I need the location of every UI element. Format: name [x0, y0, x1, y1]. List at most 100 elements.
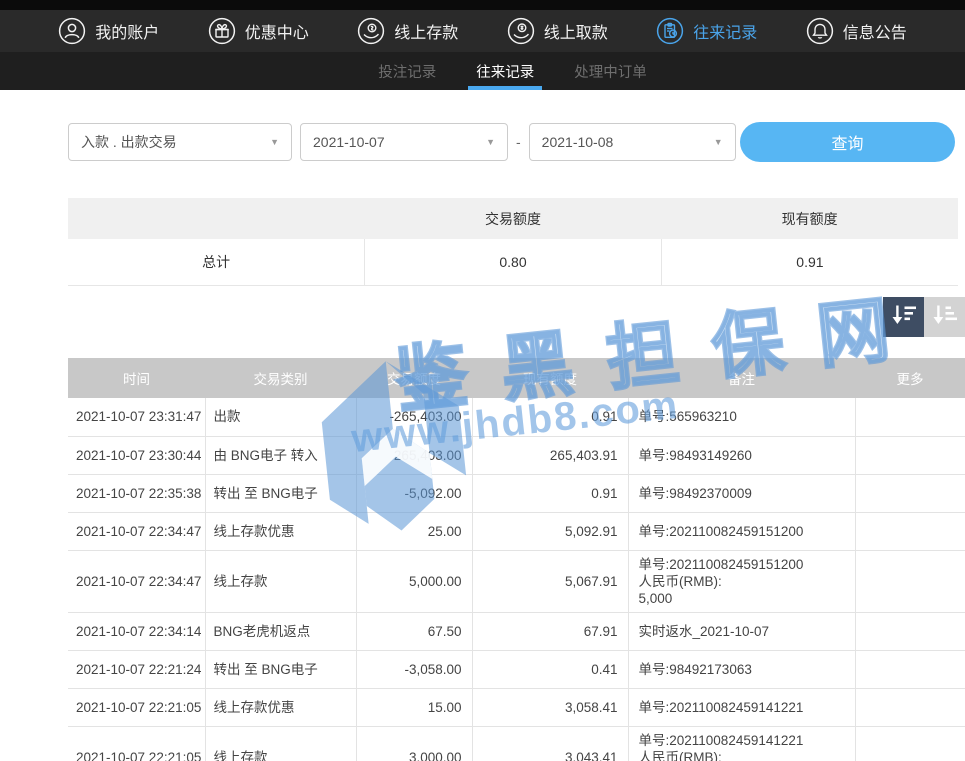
nav-item-announcements[interactable]: 信息公告 [806, 17, 907, 45]
nav-label: 优惠中心 [245, 19, 309, 43]
chevron-down-icon: ▼ [714, 137, 723, 147]
cell-balance: 0.41 [472, 650, 628, 688]
cell-remark: 实时返水_2021-10-07 [628, 612, 855, 650]
summary-total-label: 总计 [68, 239, 365, 286]
nav-item-my-account[interactable]: 我的账户 [58, 17, 159, 45]
nav-item-records[interactable]: 往来记录 [656, 17, 757, 45]
cell-amount: 265,403.00 [356, 436, 472, 474]
sort-controls [883, 297, 965, 337]
cell-more [855, 512, 965, 550]
transaction-type-value: 入款 . 出款交易 [81, 132, 177, 152]
date-from-select[interactable]: 2021-10-07 ▼ [300, 123, 508, 161]
nav-label: 我的账户 [95, 19, 159, 43]
nav-label: 线上存款 [394, 19, 458, 43]
tab-transaction-records[interactable]: 往来记录 [476, 52, 534, 90]
cell-remark: 单号:565963210 [628, 398, 855, 436]
chevron-down-icon: ▼ [270, 137, 279, 147]
bell-icon [806, 17, 834, 45]
nav-label: 往来记录 [693, 19, 757, 43]
withdraw-icon [507, 17, 535, 45]
top-strip [0, 0, 965, 10]
table-row: 2021-10-07 22:35:38 转出 至 BNG电子 -5,092.00… [68, 474, 965, 512]
cell-amount: 15.00 [356, 688, 472, 726]
sort-ascending-button[interactable] [924, 297, 965, 337]
cell-amount: -3,058.00 [356, 650, 472, 688]
cell-remark: 单号:202110082459151200人民币(RMB):5,000 [628, 550, 855, 612]
filter-bar: 入款 . 出款交易 ▼ 2021-10-07 ▼ - 2021-10-08 ▼ … [68, 122, 955, 162]
person-icon [58, 17, 86, 45]
col-header-type: 交易类别 [205, 358, 356, 398]
cell-time: 2021-10-07 22:21:05 [68, 726, 205, 761]
cell-more [855, 726, 965, 761]
transaction-records-page: 我的账户 优惠中心 [0, 0, 965, 761]
sort-descending-button[interactable] [883, 297, 924, 337]
transaction-type-select[interactable]: 入款 . 出款交易 ▼ [68, 123, 292, 161]
cell-type: 线上存款 [205, 550, 356, 612]
cell-balance: 0.91 [472, 474, 628, 512]
col-header-time: 时间 [68, 358, 205, 398]
cell-more [855, 436, 965, 474]
cell-balance: 3,043.41 [472, 726, 628, 761]
cell-type: 线上存款优惠 [205, 688, 356, 726]
table-row: 2021-10-07 23:30:44 由 BNG电子 转入 265,403.0… [68, 436, 965, 474]
sub-navbar: 投注记录 往来记录 处理中订单 [0, 52, 965, 90]
summary-header-trade-amount: 交易额度 [365, 198, 662, 239]
cell-more [855, 550, 965, 612]
cell-remark: 单号:98492173063 [628, 650, 855, 688]
cell-amount: -5,092.00 [356, 474, 472, 512]
date-range-separator: - [516, 134, 521, 150]
cell-amount: 25.00 [356, 512, 472, 550]
sort-descending-icon [891, 303, 917, 332]
tab-betting-records[interactable]: 投注记录 [378, 52, 436, 90]
cell-time: 2021-10-07 22:34:14 [68, 612, 205, 650]
nav-item-promotions[interactable]: 优惠中心 [208, 17, 309, 45]
table-row: 2021-10-07 22:34:14 BNG老虎机返点 67.50 67.91… [68, 612, 965, 650]
cell-time: 2021-10-07 23:31:47 [68, 398, 205, 436]
cell-remark: 单号:98492370009 [628, 474, 855, 512]
cell-time: 2021-10-07 22:34:47 [68, 512, 205, 550]
summary-row: 总计 0.80 0.91 [68, 239, 958, 286]
cell-remark: 单号:98493149260 [628, 436, 855, 474]
cell-amount: 67.50 [356, 612, 472, 650]
transactions-body: 2021-10-07 23:31:47 出款 -265,403.00 0.91 … [68, 398, 965, 761]
table-row: 2021-10-07 22:21:05 线上存款优惠 15.00 3,058.4… [68, 688, 965, 726]
sort-ascending-icon [932, 303, 958, 332]
cell-remark: 单号:202110082459151200 [628, 512, 855, 550]
nav-item-withdraw[interactable]: 线上取款 [507, 17, 608, 45]
col-header-balance: 现有额度 [472, 358, 628, 398]
cell-more [855, 650, 965, 688]
date-to-value: 2021-10-08 [542, 134, 614, 150]
table-row: 2021-10-07 22:34:47 线上存款 5,000.00 5,067.… [68, 550, 965, 612]
summary-trade-amount: 0.80 [365, 239, 662, 286]
cell-balance: 67.91 [472, 612, 628, 650]
nav-label: 线上取款 [544, 19, 608, 43]
cell-time: 2021-10-07 23:30:44 [68, 436, 205, 474]
summary-header-balance: 现有额度 [661, 198, 958, 239]
date-to-select[interactable]: 2021-10-08 ▼ [529, 123, 736, 161]
chevron-down-icon: ▼ [486, 137, 495, 147]
tab-processing-orders[interactable]: 处理中订单 [574, 52, 647, 90]
cell-type: 出款 [205, 398, 356, 436]
nav-item-deposit[interactable]: 线上存款 [357, 17, 458, 45]
cell-time: 2021-10-07 22:35:38 [68, 474, 205, 512]
col-header-more: 更多 [855, 358, 965, 398]
cell-type: 转出 至 BNG电子 [205, 474, 356, 512]
table-row: 2021-10-07 22:34:47 线上存款优惠 25.00 5,092.9… [68, 512, 965, 550]
table-row: 2021-10-07 22:21:24 转出 至 BNG电子 -3,058.00… [68, 650, 965, 688]
summary-table: 交易额度 现有额度 总计 0.80 0.91 [68, 198, 958, 286]
cell-balance: 3,058.41 [472, 688, 628, 726]
search-button[interactable]: 查询 [740, 122, 955, 162]
cell-remark: 单号:202110082459141221 [628, 688, 855, 726]
cell-balance: 265,403.91 [472, 436, 628, 474]
cell-time: 2021-10-07 22:21:05 [68, 688, 205, 726]
cell-remark: 单号:202110082459141221人民币(RMB):3,000 [628, 726, 855, 761]
cell-type: 线上存款 [205, 726, 356, 761]
cell-time: 2021-10-07 22:21:24 [68, 650, 205, 688]
cell-type: 由 BNG电子 转入 [205, 436, 356, 474]
cell-more [855, 612, 965, 650]
cell-balance: 5,067.91 [472, 550, 628, 612]
cell-balance: 5,092.91 [472, 512, 628, 550]
cell-type: BNG老虎机返点 [205, 612, 356, 650]
cell-balance: 0.91 [472, 398, 628, 436]
cell-type: 线上存款优惠 [205, 512, 356, 550]
